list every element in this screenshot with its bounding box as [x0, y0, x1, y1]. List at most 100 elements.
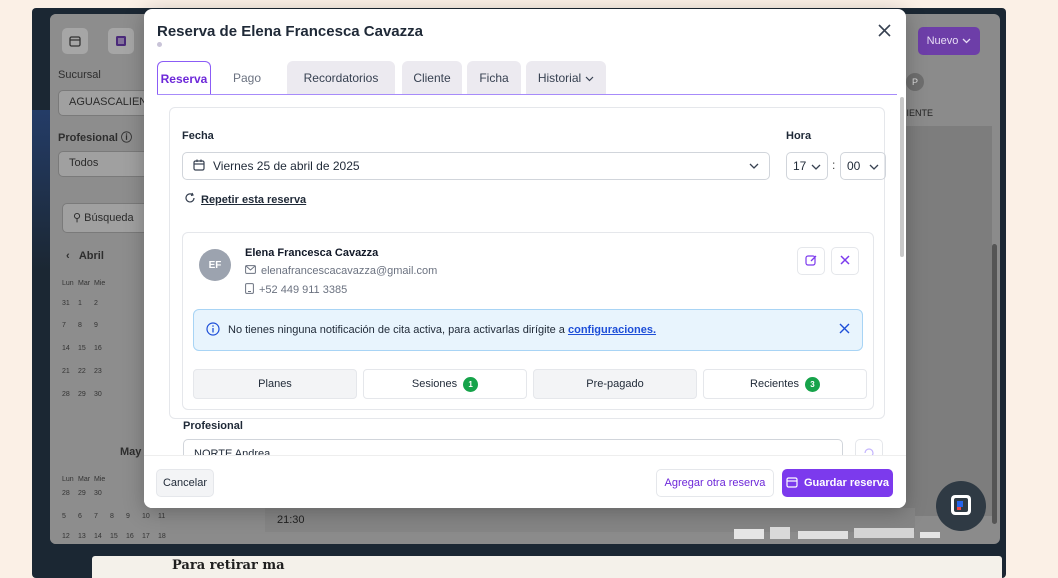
calendar-icon — [193, 159, 205, 174]
sesiones-count-badge: 1 — [463, 376, 479, 392]
april-row[interactable]: 789 — [62, 322, 110, 329]
day[interactable]: 6 — [78, 513, 94, 520]
may-row[interactable]: 5 6 7 8 9 10 11 — [62, 513, 174, 520]
profesional-filter-label-text: Profesional — [58, 132, 118, 144]
day[interactable]: 30 — [94, 490, 110, 497]
edit-client-button[interactable] — [797, 247, 825, 275]
day[interactable]: 14 — [62, 345, 78, 352]
tab-cliente[interactable]: Cliente — [402, 61, 462, 95]
april-row[interactable]: 28 29 30 — [62, 391, 110, 398]
day[interactable]: 31 — [62, 300, 78, 307]
calendar-day-icon[interactable] — [62, 28, 88, 54]
day[interactable]: 18 — [158, 533, 174, 540]
day[interactable]: 2 — [94, 300, 110, 307]
day[interactable]: 29 — [78, 490, 94, 497]
subtab-planes[interactable]: Planes — [193, 369, 357, 399]
day[interactable]: 5 — [62, 513, 78, 520]
prev-month-icon[interactable]: ‹ — [66, 250, 70, 262]
day[interactable]: 9 — [126, 513, 142, 520]
avatar[interactable]: P — [906, 73, 924, 91]
day[interactable]: 23 — [94, 368, 110, 375]
day[interactable]: 17 — [142, 533, 158, 540]
client-email: elenafrancescacavazza@gmail.com — [261, 265, 438, 277]
day[interactable]: 14 — [94, 533, 110, 540]
app-logo-icon — [948, 492, 974, 521]
weekday: Lun — [62, 280, 74, 287]
subtab-prepagado[interactable]: Pre-pagado — [533, 369, 697, 399]
reservation-modal: Reserva de Elena Francesca Cavazza Reser… — [144, 9, 906, 508]
tab-ficha[interactable]: Ficha — [467, 61, 521, 95]
search-label: Búsqueda — [84, 212, 134, 224]
background-pixel-art — [734, 527, 940, 539]
tab-historial[interactable]: Historial — [526, 61, 606, 95]
day[interactable]: 29 — [78, 391, 94, 398]
day[interactable]: 15 — [78, 345, 94, 352]
april-month-label: Abril — [78, 250, 104, 262]
notice-text: No tienes ninguna notificación de cita a… — [228, 324, 656, 336]
profesional-action-button[interactable] — [855, 439, 883, 455]
day[interactable]: 16 — [126, 533, 142, 540]
close-button[interactable] — [873, 21, 895, 43]
app-scrollbar[interactable] — [992, 244, 997, 524]
april-row[interactable]: 21 22 23 — [62, 368, 110, 375]
list-view-icon[interactable] — [108, 28, 134, 54]
day[interactable]: 11 — [158, 513, 174, 520]
day[interactable]: 8 — [110, 513, 126, 520]
nuevo-label: Nuevo — [926, 35, 959, 47]
weekday: Lun — [62, 476, 74, 483]
nuevo-button[interactable]: Nuevo — [918, 27, 980, 55]
save-reservation-button[interactable]: Guardar reserva — [782, 469, 893, 497]
day[interactable]: 16 — [94, 345, 110, 352]
april-nav: ‹ Abril — [66, 250, 104, 262]
help-widget-button[interactable] — [936, 481, 986, 531]
repeat-reservation-link[interactable]: Repetir esta reserva — [184, 192, 306, 207]
profesional-filter-select[interactable]: Todos — [58, 151, 158, 177]
hora-hour-select[interactable]: 17 — [786, 152, 828, 180]
day[interactable]: 13 — [78, 533, 94, 540]
weekday: Mie — [94, 280, 106, 287]
profesional-filter-label: Profesional ⓘ — [58, 129, 132, 145]
client-card: EF Elena Francesca Cavazza elenafrancesc… — [182, 232, 874, 410]
may-row[interactable]: 12 13 14 15 16 17 18 — [62, 533, 174, 540]
day[interactable]: 10 — [142, 513, 158, 520]
configuraciones-link[interactable]: configuraciones. — [568, 324, 656, 336]
may-row[interactable]: 28 29 30 — [62, 490, 110, 497]
day[interactable]: 7 — [94, 513, 110, 520]
cancel-button[interactable]: Cancelar — [156, 469, 214, 497]
day[interactable]: 21 — [62, 368, 78, 375]
fecha-label: Fecha — [182, 130, 214, 142]
modal-footer: Cancelar Agregar otra reserva Guardar re… — [144, 455, 906, 508]
subtab-sesiones[interactable]: Sesiones 1 — [363, 369, 527, 399]
day[interactable]: 28 — [62, 391, 78, 398]
chevron-down-icon — [962, 35, 971, 47]
chevron-down-icon — [585, 71, 594, 85]
subtab-recientes[interactable]: Recientes 3 — [703, 369, 867, 399]
client-name: Elena Francesca Cavazza — [245, 247, 379, 259]
modal-title: Reserva de Elena Francesca Cavazza — [157, 23, 423, 40]
hora-minute-select[interactable]: 00 — [840, 152, 886, 180]
april-row[interactable]: 14 15 16 — [62, 345, 110, 352]
dismiss-notice-icon[interactable] — [839, 323, 850, 337]
day[interactable]: 30 — [94, 391, 110, 398]
day[interactable]: 28 — [62, 490, 78, 497]
profesional-select[interactable]: NORTE Andrea — [183, 439, 843, 455]
tab-pago[interactable]: Pago — [217, 61, 277, 95]
chevron-down-icon — [811, 159, 821, 173]
tab-recordatorios[interactable]: Recordatorios — [287, 61, 395, 95]
day[interactable]: 22 — [78, 368, 94, 375]
april-row[interactable]: 31 1 2 — [62, 300, 110, 307]
day[interactable]: 9 — [94, 322, 110, 329]
remove-client-button[interactable] — [831, 247, 859, 275]
day[interactable]: 1 — [78, 300, 94, 307]
modal-scrollbar[interactable] — [900, 97, 904, 257]
day[interactable]: 15 — [110, 533, 126, 540]
add-another-reservation-button[interactable]: Agregar otra reserva — [656, 469, 774, 497]
tab-reserva[interactable]: Reserva — [157, 61, 211, 95]
day[interactable]: 8 — [78, 322, 94, 329]
close-icon — [840, 254, 850, 268]
sucursal-select[interactable]: AGUASCALIEN — [58, 90, 158, 116]
day[interactable]: 12 — [62, 533, 78, 540]
mail-icon — [245, 265, 256, 277]
day[interactable]: 7 — [62, 322, 78, 329]
fecha-select[interactable]: Viernes 25 de abril de 2025 — [182, 152, 770, 180]
